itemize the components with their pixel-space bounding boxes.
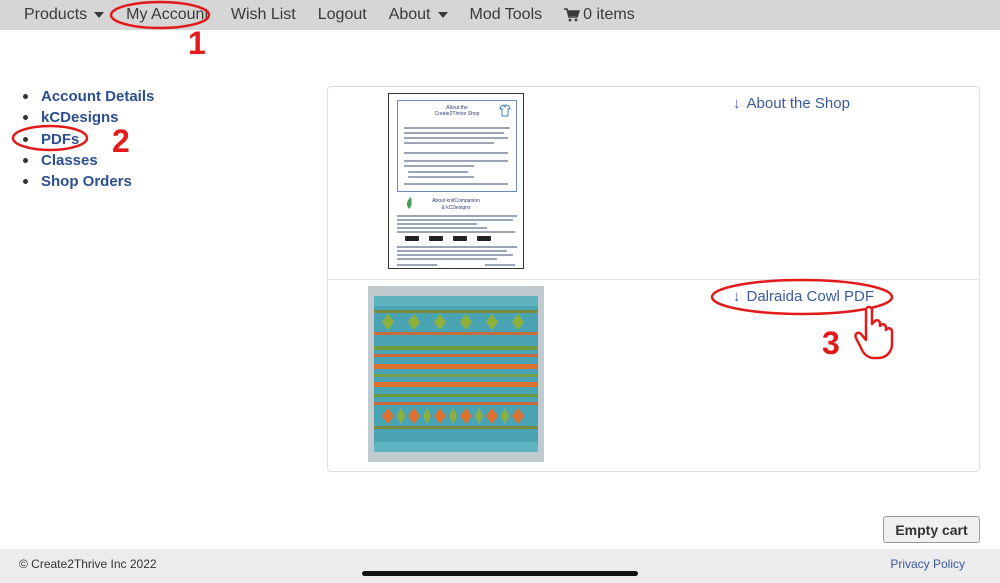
annotation-number-3: 3 <box>822 325 840 361</box>
text-line <box>408 171 468 173</box>
sidebar-item-label: kCDesigns <box>41 109 119 127</box>
text-line <box>397 258 497 260</box>
nav-cart[interactable]: 0 items <box>553 6 646 24</box>
doc-header-box: About the Create2Thrive Shop <box>397 100 517 192</box>
shirt-logo-icon <box>499 104 511 117</box>
nav-wish-list-label: Wish List <box>230 6 296 23</box>
text-line <box>408 176 474 178</box>
copyright-text: © Create2Thrive Inc 2022 <box>19 557 157 571</box>
text-line <box>397 215 517 217</box>
nav-products-label: Products <box>24 6 88 23</box>
sidebar-item-label: Account Details <box>41 88 155 106</box>
nav-wish-list[interactable]: Wish List <box>220 6 307 24</box>
bullet <box>23 115 28 121</box>
nav-mod-tools[interactable]: Mod Tools <box>459 6 554 24</box>
download-row: About the Create2Thrive Shop About knitC… <box>328 87 979 280</box>
download-row: ↓ Dalraida Cowl PDF <box>328 280 979 471</box>
nav-about[interactable]: About <box>378 6 459 24</box>
text-line <box>404 165 474 167</box>
nav-mod-tools-label: Mod Tools <box>469 6 543 23</box>
text-line <box>404 137 508 139</box>
text-line <box>404 142 494 144</box>
chevron-down-icon <box>94 12 105 18</box>
app-store-badge <box>453 236 467 241</box>
page: Products My Account Wish List Logout Abo… <box>0 0 1000 583</box>
download-arrow-icon: ↓ <box>733 288 741 305</box>
cowl-image <box>368 286 544 462</box>
nav-my-account-label: My Account <box>126 6 209 23</box>
sidebar-item-classes[interactable]: Classes <box>23 150 154 171</box>
text-line <box>404 132 504 134</box>
sidebar-item-label: Classes <box>41 152 98 170</box>
download-dalraida-cowl-link[interactable]: ↓ Dalraida Cowl PDF <box>733 288 874 305</box>
account-sidebar: Account Details kCDesigns PDFs Classes S… <box>23 86 154 192</box>
app-store-badge <box>477 236 491 241</box>
text-line <box>397 254 513 256</box>
text-line <box>404 183 508 185</box>
knitted-cowl-photo[interactable] <box>368 286 544 462</box>
footer: © Create2Thrive Inc 2022 Privacy Policy <box>0 549 1000 583</box>
text-line <box>397 231 515 233</box>
nav-logout[interactable]: Logout <box>307 6 378 24</box>
empty-cart-label: Empty cart <box>895 521 968 538</box>
text-line <box>397 250 507 252</box>
text-line <box>404 127 510 129</box>
bullet <box>23 179 28 185</box>
home-indicator-bar <box>362 571 638 576</box>
nav-logout-label: Logout <box>317 6 367 23</box>
text-line <box>397 227 487 229</box>
sidebar-item-pdfs[interactable]: PDFs <box>23 129 154 150</box>
annotation-number-2: 2 <box>112 123 130 159</box>
bullet <box>23 158 28 164</box>
text-line <box>397 264 437 266</box>
pdf-downloads-card: About the Create2Thrive Shop About knitC… <box>327 86 980 472</box>
download-about-shop-link[interactable]: ↓ About the Shop <box>733 95 850 112</box>
cart-icon <box>564 8 581 22</box>
doc-title: & kCDesigns <box>441 205 471 211</box>
text-line <box>404 160 508 162</box>
bullet <box>23 94 28 100</box>
text-line <box>397 223 477 225</box>
chevron-down-icon <box>437 12 448 18</box>
text-line <box>397 246 517 248</box>
nav-products[interactable]: Products <box>13 6 115 24</box>
doc-title: About knitCompanion <box>432 198 480 204</box>
text-line <box>485 264 515 266</box>
empty-cart-button[interactable]: Empty cart <box>883 516 980 543</box>
privacy-policy-link[interactable]: Privacy Policy <box>890 557 965 571</box>
bullet <box>23 136 28 142</box>
text-line <box>397 219 513 221</box>
download-arrow-icon: ↓ <box>733 95 741 112</box>
annotation-number-1: 1 <box>188 25 206 61</box>
document-thumbnail[interactable]: About the Create2Thrive Shop About knitC… <box>388 93 524 269</box>
cart-count-label: 0 items <box>583 6 635 23</box>
top-navbar: Products My Account Wish List Logout Abo… <box>0 0 1000 30</box>
sidebar-item-kcdesigns[interactable]: kCDesigns <box>23 107 154 128</box>
download-link-label: About the Shop <box>746 95 850 112</box>
text-line <box>404 152 508 154</box>
sidebar-item-label: PDFs <box>41 130 80 148</box>
sidebar-item-account-details[interactable]: Account Details <box>23 86 154 107</box>
sidebar-item-shop-orders[interactable]: Shop Orders <box>23 171 154 192</box>
sidebar-item-label: Shop Orders <box>41 173 132 191</box>
app-store-badge <box>405 236 419 241</box>
app-store-badge <box>429 236 443 241</box>
nav-my-account[interactable]: My Account <box>115 6 220 24</box>
download-link-label: Dalraida Cowl PDF <box>746 288 875 305</box>
nav-about-label: About <box>388 6 431 23</box>
